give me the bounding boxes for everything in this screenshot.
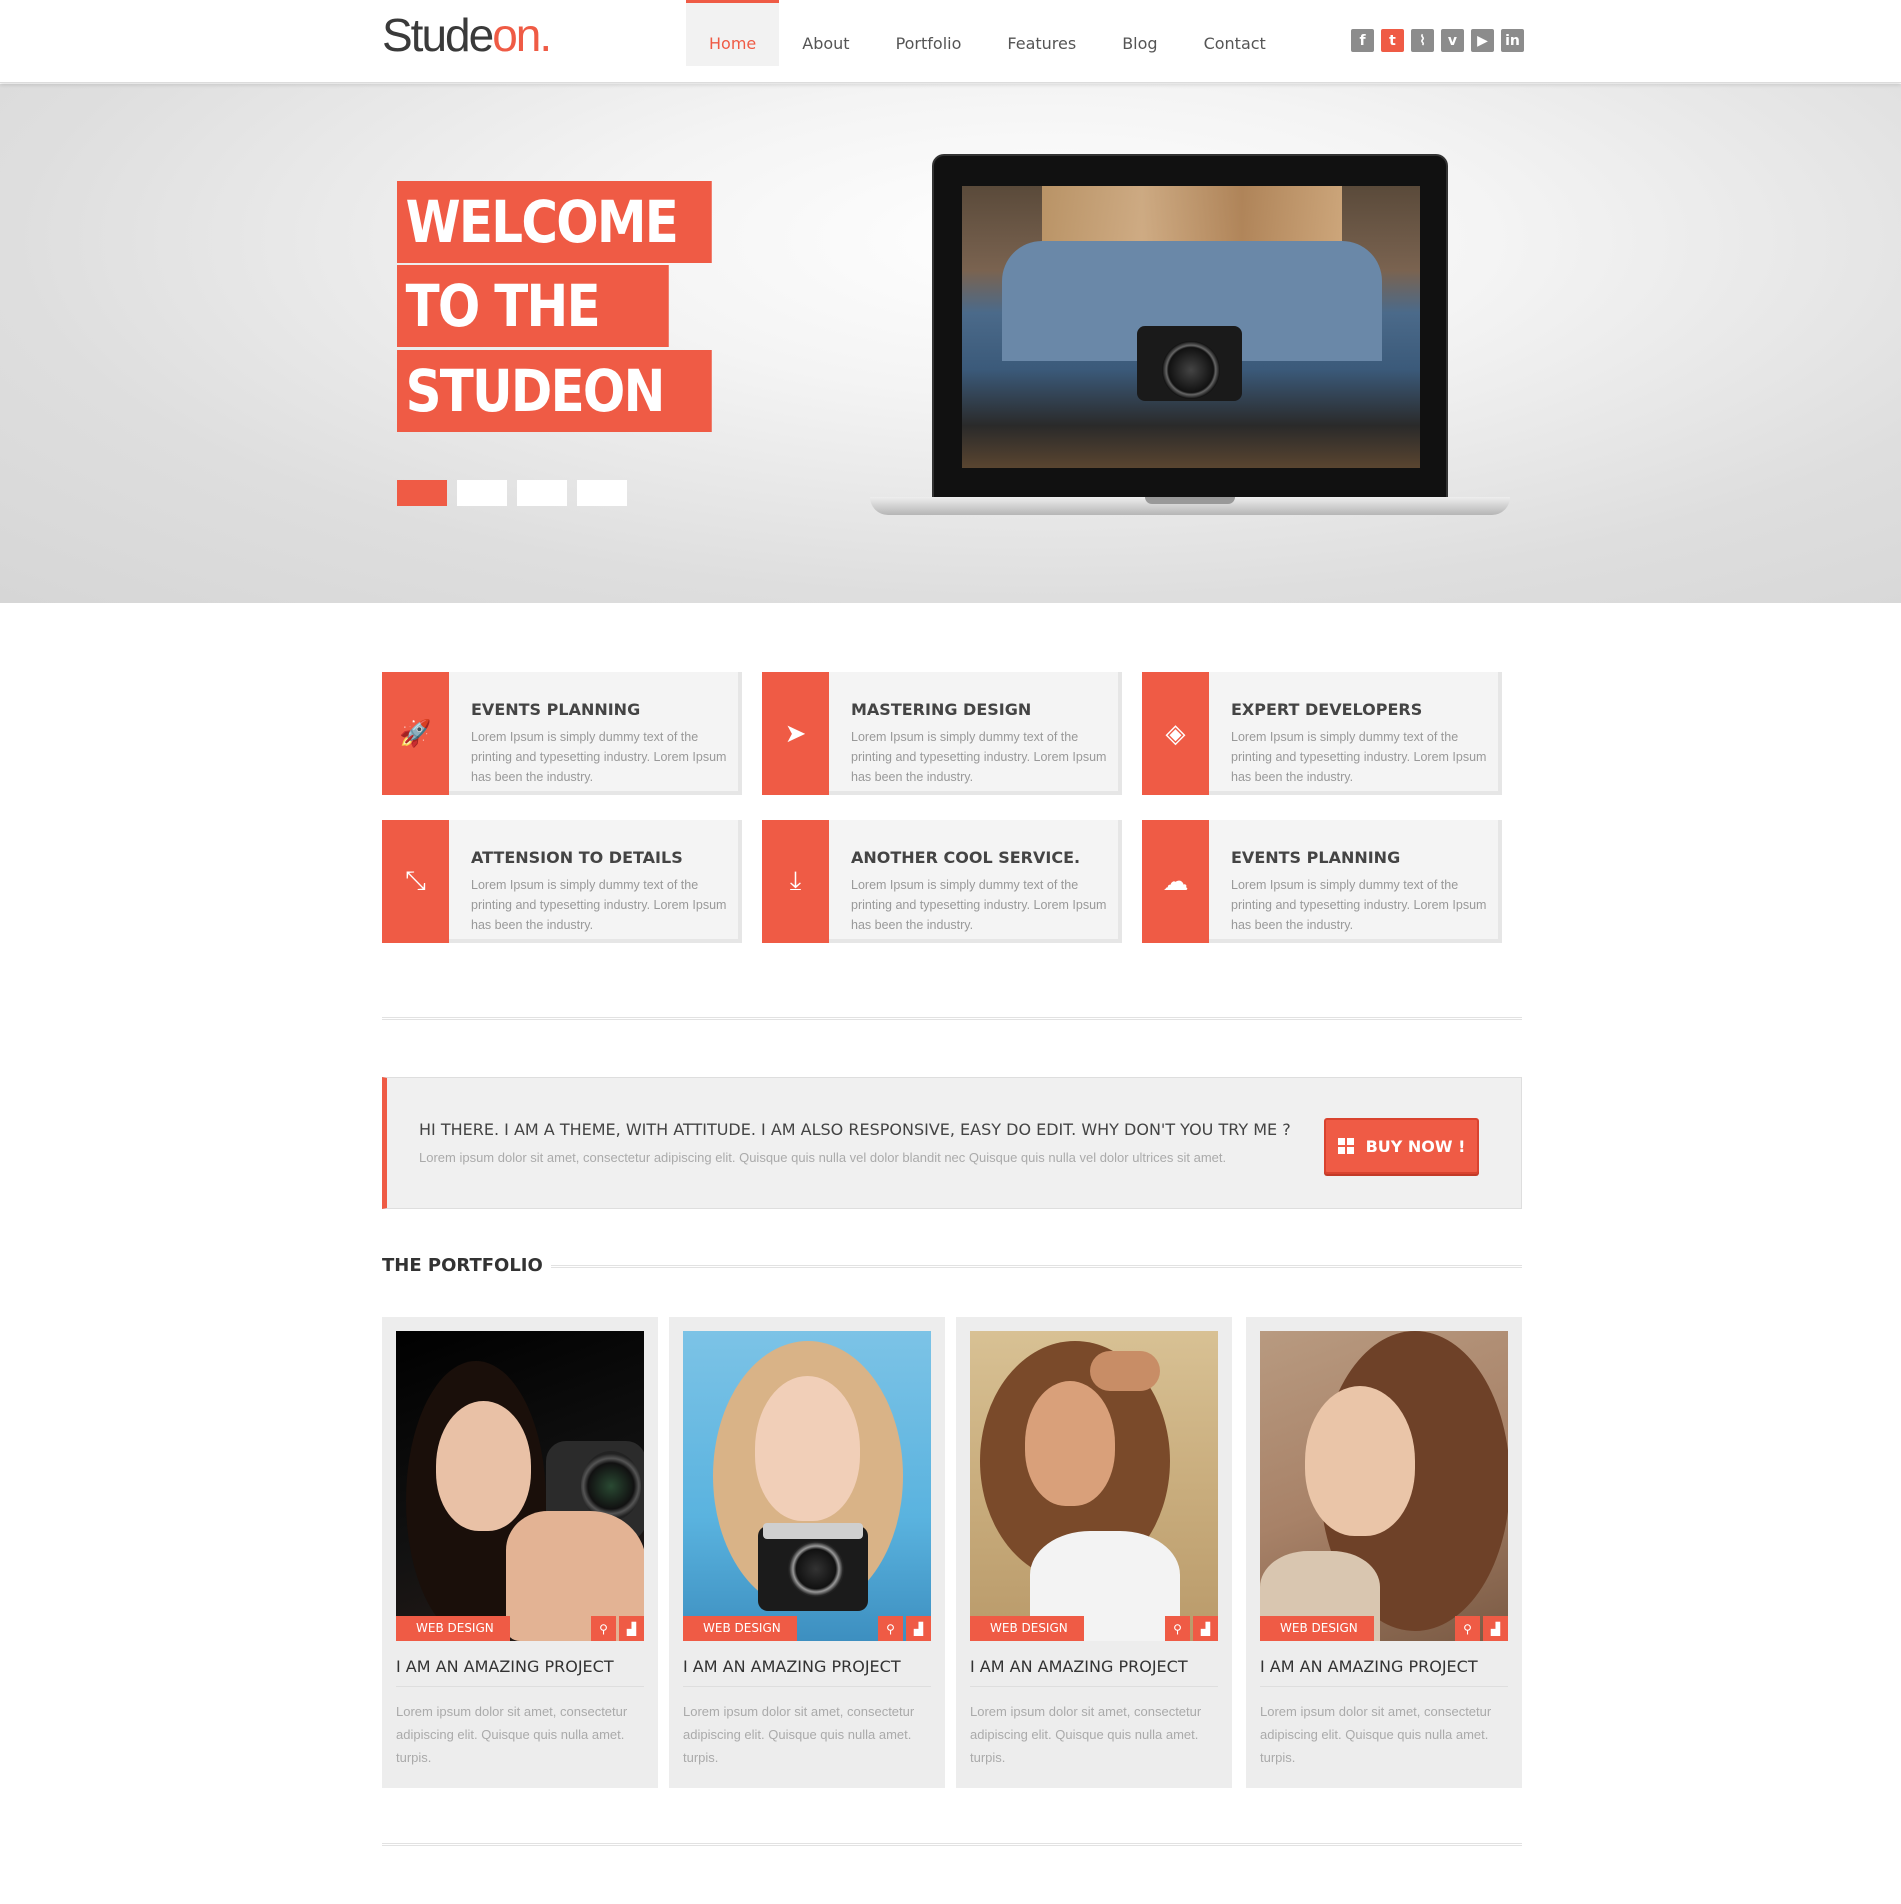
portfolio-desc: Lorem ipsum dolor sit amet, consectetur … (970, 1704, 1202, 1765)
service-title: MASTERING DESIGN (851, 700, 1032, 719)
rocket-icon: 🚀 (382, 672, 449, 795)
portfolio-title[interactable]: I AM AN AMAZING PROJECT (1260, 1657, 1508, 1687)
portfolio-desc: Lorem ipsum dolor sit amet, consectetur … (396, 1704, 628, 1765)
nav-portfolio[interactable]: Portfolio (873, 0, 985, 66)
portfolio-heading: THE PORTFOLIO (382, 1255, 551, 1276)
link-icon[interactable]: ⚲ (1165, 1616, 1190, 1641)
logo-main: Stude (382, 9, 494, 61)
section-divider (382, 1843, 1522, 1846)
laptop-screen-frame (932, 154, 1448, 499)
portfolio-desc: Lorem ipsum dolor sit amet, consectetur … (1260, 1704, 1492, 1765)
service-card: ☁ EVENTS PLANNING Lorem Ipsum is simply … (1142, 820, 1502, 943)
portfolio-desc: Lorem ipsum dolor sit amet, consectetur … (683, 1704, 915, 1765)
service-desc: Lorem Ipsum is simply dummy text of the … (851, 878, 1107, 932)
logo[interactable]: Studeon. (382, 8, 552, 62)
laptop-screen-photo (962, 186, 1420, 468)
vimeo-icon[interactable]: v (1441, 29, 1464, 52)
portfolio-item[interactable]: WEB DESIGN ⚲ ▟ I AM AN AMAZING PROJECT L… (669, 1317, 945, 1788)
social-links: f t ⌇ v ▶ in (1351, 29, 1524, 52)
service-title: ATTENSION TO DETAILS (471, 848, 683, 867)
slide-dot-1[interactable] (397, 480, 447, 506)
service-card: ⤓ ANOTHER COOL SERVICE. Lorem Ipsum is s… (762, 820, 1122, 943)
hero-title-line-3: STUDEON (397, 350, 712, 432)
link-icon[interactable]: ⚲ (591, 1616, 616, 1641)
portfolio-item[interactable]: WEB DESIGN ⚲ ▟ I AM AN AMAZING PROJECT L… (956, 1317, 1232, 1788)
portfolio-tag[interactable]: WEB DESIGN (1260, 1616, 1374, 1641)
portfolio-tag[interactable]: WEB DESIGN (970, 1616, 1084, 1641)
nav-blog[interactable]: Blog (1099, 0, 1180, 66)
main-nav: Home About Portfolio Features Blog Conta… (686, 0, 1289, 83)
linkedin-icon[interactable]: in (1501, 29, 1524, 52)
facebook-icon[interactable]: f (1351, 29, 1374, 52)
chart-icon[interactable]: ▟ (1193, 1616, 1218, 1641)
portfolio-image[interactable] (970, 1331, 1218, 1641)
portfolio-image[interactable] (396, 1331, 644, 1641)
portfolio-title[interactable]: I AM AN AMAZING PROJECT (683, 1657, 931, 1687)
service-desc: Lorem Ipsum is simply dummy text of the … (471, 730, 727, 784)
slider-pagination (397, 480, 627, 506)
service-desc: Lorem Ipsum is simply dummy text of the … (1231, 730, 1487, 784)
cloud-icon: ☁ (1142, 820, 1209, 943)
service-title: EVENTS PLANNING (471, 700, 641, 719)
portfolio-tag[interactable]: WEB DESIGN (683, 1616, 797, 1641)
hero-slider: WELCOME TO THE STUDEON (0, 84, 1901, 603)
chart-icon[interactable]: ▟ (906, 1616, 931, 1641)
service-card: ◈ EXPERT DEVELOPERS Lorem Ipsum is simpl… (1142, 672, 1502, 795)
slide-dot-2[interactable] (457, 480, 507, 506)
portfolio-title[interactable]: I AM AN AMAZING PROJECT (396, 1657, 644, 1687)
hero-title-line-2: TO THE (397, 265, 669, 347)
service-card: 🚀 EVENTS PLANNING Lorem Ipsum is simply … (382, 672, 742, 795)
laptop-notch (1145, 497, 1235, 504)
twitter-icon[interactable]: t (1381, 29, 1404, 52)
paper-plane-icon: ➤ (762, 672, 829, 795)
service-desc: Lorem Ipsum is simply dummy text of the … (1231, 878, 1487, 932)
service-title: ANOTHER COOL SERVICE. (851, 848, 1081, 867)
laptop-image (870, 154, 1510, 554)
download-icon: ⤓ (762, 820, 829, 943)
nav-about[interactable]: About (779, 0, 872, 66)
logo-accent: on (492, 9, 541, 61)
service-desc: Lorem Ipsum is simply dummy text of the … (851, 730, 1107, 784)
chart-icon[interactable]: ▟ (619, 1616, 644, 1641)
nav-contact[interactable]: Contact (1181, 0, 1289, 66)
portfolio-item[interactable]: WEB DESIGN ⚲ ▟ I AM AN AMAZING PROJECT L… (382, 1317, 658, 1788)
slide-dot-3[interactable] (517, 480, 567, 506)
rss-icon[interactable]: ⌇ (1411, 29, 1434, 52)
slide-dot-4[interactable] (577, 480, 627, 506)
portfolio-tag[interactable]: WEB DESIGN (396, 1616, 510, 1641)
chart-icon[interactable]: ▟ (1483, 1616, 1508, 1641)
portfolio-item[interactable]: WEB DESIGN ⚲ ▟ I AM AN AMAZING PROJECT L… (1246, 1317, 1522, 1788)
link-icon[interactable]: ⚲ (878, 1616, 903, 1641)
grid-icon (1337, 1138, 1354, 1154)
portfolio-heading-rule (535, 1265, 1522, 1268)
portfolio-image[interactable] (1260, 1331, 1508, 1641)
service-title: EXPERT DEVELOPERS (1231, 700, 1423, 719)
youtube-icon[interactable]: ▶ (1471, 29, 1494, 52)
photo-hair (1042, 186, 1342, 246)
nav-features[interactable]: Features (984, 0, 1099, 66)
service-desc: Lorem Ipsum is simply dummy text of the … (471, 878, 727, 932)
service-title: EVENTS PLANNING (1231, 848, 1401, 867)
link-icon[interactable]: ⚲ (1455, 1616, 1480, 1641)
buy-now-label: BUY NOW ! (1365, 1136, 1466, 1156)
service-card: ➤ MASTERING DESIGN Lorem Ipsum is simply… (762, 672, 1122, 795)
portfolio-image[interactable] (683, 1331, 931, 1641)
compress-icon: ⤡ (382, 820, 449, 943)
call-to-action-box: HI THERE. I AM A THEME, WITH ATTITUDE. I… (382, 1077, 1522, 1209)
photo-camera-lens (1162, 341, 1220, 399)
layers-icon: ◈ (1142, 672, 1209, 795)
portfolio-title[interactable]: I AM AN AMAZING PROJECT (970, 1657, 1218, 1687)
buy-now-button[interactable]: BUY NOW ! (1324, 1118, 1479, 1174)
cta-description: Lorem ipsum dolor sit amet, consectetur … (419, 1150, 1227, 1165)
service-card: ⤡ ATTENSION TO DETAILS Lorem Ipsum is si… (382, 820, 742, 943)
site-header: Studeon. Home About Portfolio Features B… (0, 0, 1901, 83)
nav-home[interactable]: Home (686, 0, 780, 66)
hero-title-line-1: WELCOME (397, 181, 712, 263)
section-divider (382, 1017, 1522, 1020)
logo-dot: . (539, 9, 552, 61)
cta-title: HI THERE. I AM A THEME, WITH ATTITUDE. I… (419, 1120, 1291, 1139)
